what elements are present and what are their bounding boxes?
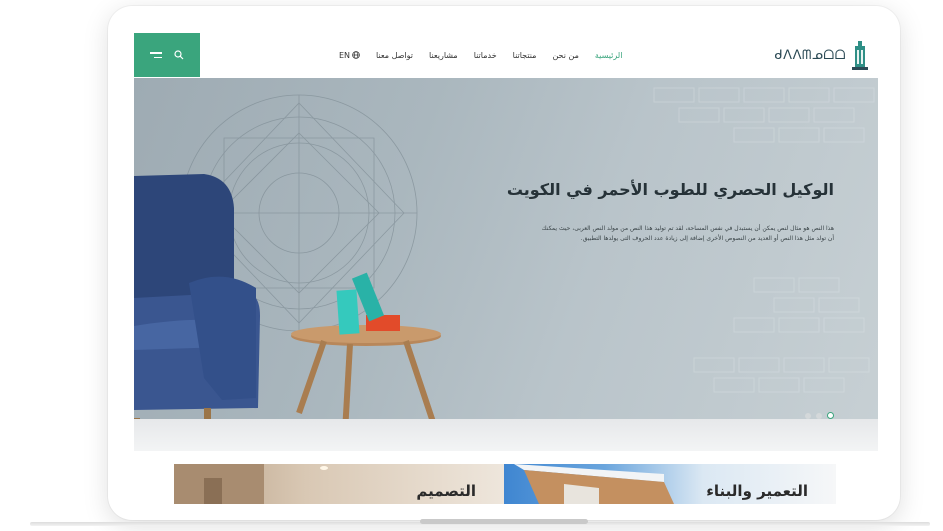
slider-dot-2[interactable] bbox=[816, 412, 822, 419]
hero-floor bbox=[134, 419, 878, 451]
service-card-construction[interactable]: التعمير والبناء bbox=[504, 464, 836, 504]
nav-services[interactable]: خدماتنا bbox=[474, 51, 497, 60]
lang-label[interactable]: EN bbox=[339, 51, 350, 60]
hamburger-icon[interactable] bbox=[150, 52, 162, 58]
language-switch[interactable]: EN bbox=[339, 51, 360, 60]
hero-slider: الوكيل الحصري للطوب الأحمر في الكويت هذا… bbox=[134, 78, 878, 451]
slider-dots bbox=[805, 412, 834, 419]
card-label-design: التصميم bbox=[416, 482, 476, 500]
hero-description: هذا النص هو مثال لنص يمكن أن يستبدل في ن… bbox=[541, 225, 834, 242]
hero-title: الوكيل الحصري للطوب الأحمر في الكويت bbox=[506, 180, 834, 199]
service-card-design[interactable]: التصميم bbox=[174, 464, 504, 504]
nav-products[interactable]: منتجاتنا bbox=[513, 51, 537, 60]
nav-home[interactable]: الرئيسية bbox=[595, 51, 623, 60]
globe-icon bbox=[352, 51, 360, 59]
slider-dot-1[interactable] bbox=[805, 412, 811, 419]
nav-projects[interactable]: مشاريعنا bbox=[429, 51, 458, 60]
search-icon[interactable] bbox=[174, 50, 184, 60]
site-logo[interactable]: ᑯᐱᐱᗰᓄᗝᗝ bbox=[774, 39, 868, 71]
menu-search-block[interactable] bbox=[134, 33, 200, 77]
nav-about[interactable]: من نحن bbox=[552, 51, 578, 60]
device-base-notch bbox=[420, 519, 588, 524]
site-header: EN تواصل معنا مشاريعنا خدماتنا منتجاتنا … bbox=[134, 33, 878, 78]
card-label-construction: التعمير والبناء bbox=[706, 482, 808, 500]
device-frame: EN تواصل معنا مشاريعنا خدماتنا منتجاتنا … bbox=[108, 6, 900, 520]
logo-building-icon bbox=[852, 41, 868, 70]
slider-dot-3-active[interactable] bbox=[827, 412, 834, 419]
nav-contact[interactable]: تواصل معنا bbox=[376, 51, 413, 60]
logo-wordmark: ᑯᐱᐱᗰᓄᗝᗝ bbox=[774, 47, 846, 63]
hero-background-art bbox=[134, 87, 875, 451]
main-nav: EN تواصل معنا مشاريعنا خدماتنا منتجاتنا … bbox=[339, 33, 622, 77]
